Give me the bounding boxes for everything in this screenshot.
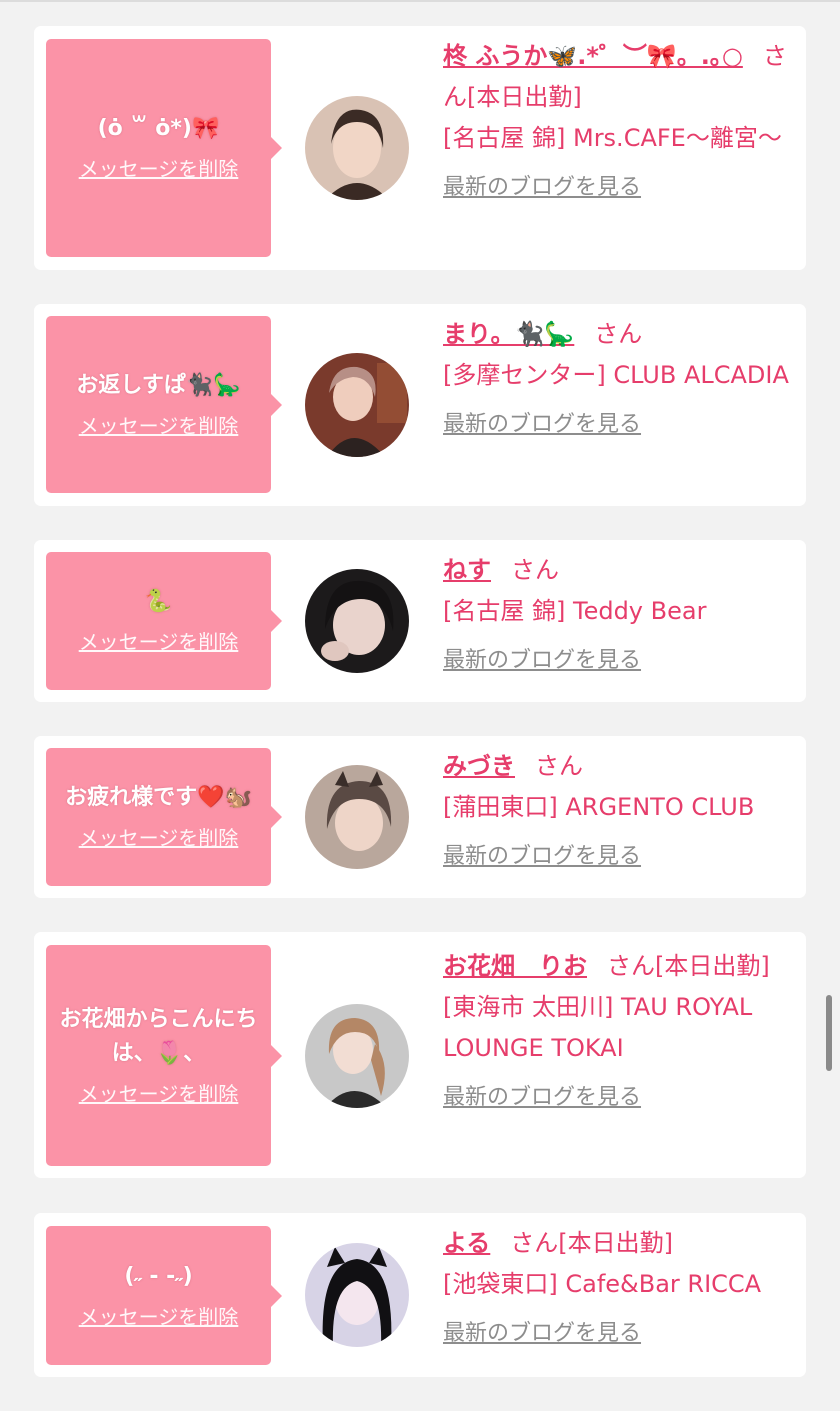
message-bubble: (˶ - -˶) メッセージを削除 — [46, 1226, 282, 1365]
message-text: 🐍 — [144, 589, 173, 614]
message-bubble: お返しすぱ🐈‍⬛🦕 メッセージを削除 — [46, 316, 282, 493]
scrollbar[interactable] — [826, 995, 832, 1071]
attendance-status: [本日出勤] — [558, 1229, 674, 1257]
delete-message-link[interactable]: メッセージを削除 — [79, 411, 239, 441]
honorific: さん — [607, 952, 655, 980]
avatar[interactable] — [305, 1243, 409, 1347]
latest-blog-link[interactable]: 最新のブログを見る — [443, 1317, 793, 1351]
avatar[interactable] — [305, 96, 409, 200]
shop-name: [東海市 太田川] TAU ROYAL LOUNGE TOKAI — [443, 993, 753, 1062]
honorific: さん — [594, 320, 643, 348]
message-bubble: お花畑からこんにちは、🌷、 メッセージを削除 — [46, 945, 282, 1166]
honorific: さん — [511, 556, 559, 584]
avatar[interactable] — [305, 765, 409, 869]
message-text: (ȯ ꒳ ȯ*)🎀 — [97, 116, 220, 141]
message-text: お疲れ様です❤️🐿️ — [65, 785, 252, 810]
avatar-photo-icon — [305, 1243, 409, 1347]
delete-message-link[interactable]: メッセージを削除 — [79, 627, 239, 657]
message-card: (ȯ ꒳ ȯ*)🎀 メッセージを削除 柊 ふうか🦋.*゜︶🎀。.｡○ さん[本日出… — [34, 26, 806, 270]
message-bubble: お疲れ様です❤️🐿️ メッセージを削除 — [46, 748, 282, 886]
girl-info: ねす さん [名古屋 錦] Teddy Bear 最新のブログを見る — [443, 550, 793, 678]
girl-info: みづき さん [蒲田東口] ARGENTO CLUB 最新のブログを見る — [443, 746, 793, 874]
avatar-photo-icon — [305, 1004, 409, 1108]
honorific: さん — [510, 1229, 559, 1257]
message-text: お花畑からこんにちは、🌷、 — [59, 1006, 258, 1066]
message-text: (˶ - -˶) — [124, 1263, 193, 1289]
message-card: お花畑からこんにちは、🌷、 メッセージを削除 お花畑 りお さん[本日出勤] [東… — [34, 932, 806, 1178]
shop-name: [多摩センター] CLUB ALCADIA — [443, 361, 789, 389]
girl-info: よる さん[本日出勤] [池袋東口] Cafe&Bar RICCA 最新のブログを… — [443, 1223, 793, 1351]
message-card: お返しすぱ🐈‍⬛🦕 メッセージを削除 まり。🐈‍⬛🦕 さん [多摩センター] CL… — [34, 304, 806, 506]
top-divider — [0, 0, 840, 2]
shop-name: [名古屋 錦] Mrs.CAFE〜離宮〜 — [443, 124, 782, 152]
avatar-photo-icon — [305, 353, 409, 457]
message-text: お返しすぱ🐈‍⬛🦕 — [76, 372, 241, 398]
latest-blog-link[interactable]: 最新のブログを見る — [443, 408, 793, 442]
avatar[interactable] — [305, 353, 409, 457]
message-card: (˶ - -˶) メッセージを削除 よる さん[本日出勤] [池袋東口] Cafe… — [34, 1213, 806, 1377]
shop-name: [名古屋 錦] Teddy Bear — [443, 597, 707, 625]
honorific: さん — [535, 752, 583, 780]
girl-name-link[interactable]: よる — [443, 1229, 490, 1257]
latest-blog-link[interactable]: 最新のブログを見る — [443, 840, 793, 874]
message-card: 🐍 メッセージを削除 ねす さん [名古屋 錦] Teddy Bear 最新のブロ… — [34, 540, 806, 702]
shop-name: [池袋東口] Cafe&Bar RICCA — [443, 1270, 762, 1298]
latest-blog-link[interactable]: 最新のブログを見る — [443, 644, 793, 678]
girl-name-link[interactable]: みづき — [443, 752, 515, 780]
avatar-photo-icon — [305, 569, 409, 673]
girl-name-link[interactable]: 柊 ふうか🦋.*゜︶🎀。.｡○ — [443, 42, 743, 70]
girl-name-link[interactable]: まり。🐈‍⬛🦕 — [443, 320, 574, 348]
message-bubble: (ȯ ꒳ ȯ*)🎀 メッセージを削除 — [46, 39, 282, 257]
girl-info: まり。🐈‍⬛🦕 さん [多摩センター] CLUB ALCADIA 最新のブログを見… — [443, 314, 793, 442]
shop-name: [蒲田東口] ARGENTO CLUB — [443, 793, 755, 821]
latest-blog-link[interactable]: 最新のブログを見る — [443, 1081, 793, 1115]
attendance-status: [本日出勤] — [655, 952, 770, 980]
delete-message-link[interactable]: メッセージを削除 — [79, 823, 239, 853]
message-bubble: 🐍 メッセージを削除 — [46, 552, 282, 690]
delete-message-link[interactable]: メッセージを削除 — [79, 1302, 239, 1332]
girl-info: 柊 ふうか🦋.*゜︶🎀。.｡○ さん[本日出勤] [名古屋 錦] Mrs.CAFE… — [443, 36, 793, 205]
girl-name-link[interactable]: お花畑 りお — [443, 952, 587, 980]
latest-blog-link[interactable]: 最新のブログを見る — [443, 171, 793, 205]
delete-message-link[interactable]: メッセージを削除 — [79, 154, 239, 184]
delete-message-link[interactable]: メッセージを削除 — [79, 1079, 239, 1109]
girl-name-link[interactable]: ねす — [443, 556, 491, 584]
girl-info: お花畑 りお さん[本日出勤] [東海市 太田川] TAU ROYAL LOUNG… — [443, 946, 793, 1115]
avatar[interactable] — [305, 1004, 409, 1108]
avatar-photo-icon — [305, 96, 409, 200]
avatar[interactable] — [305, 569, 409, 673]
message-card: お疲れ様です❤️🐿️ メッセージを削除 みづき さん [蒲田東口] ARGENTO… — [34, 736, 806, 898]
avatar-photo-icon — [305, 765, 409, 869]
attendance-status: [本日出勤] — [467, 83, 582, 111]
